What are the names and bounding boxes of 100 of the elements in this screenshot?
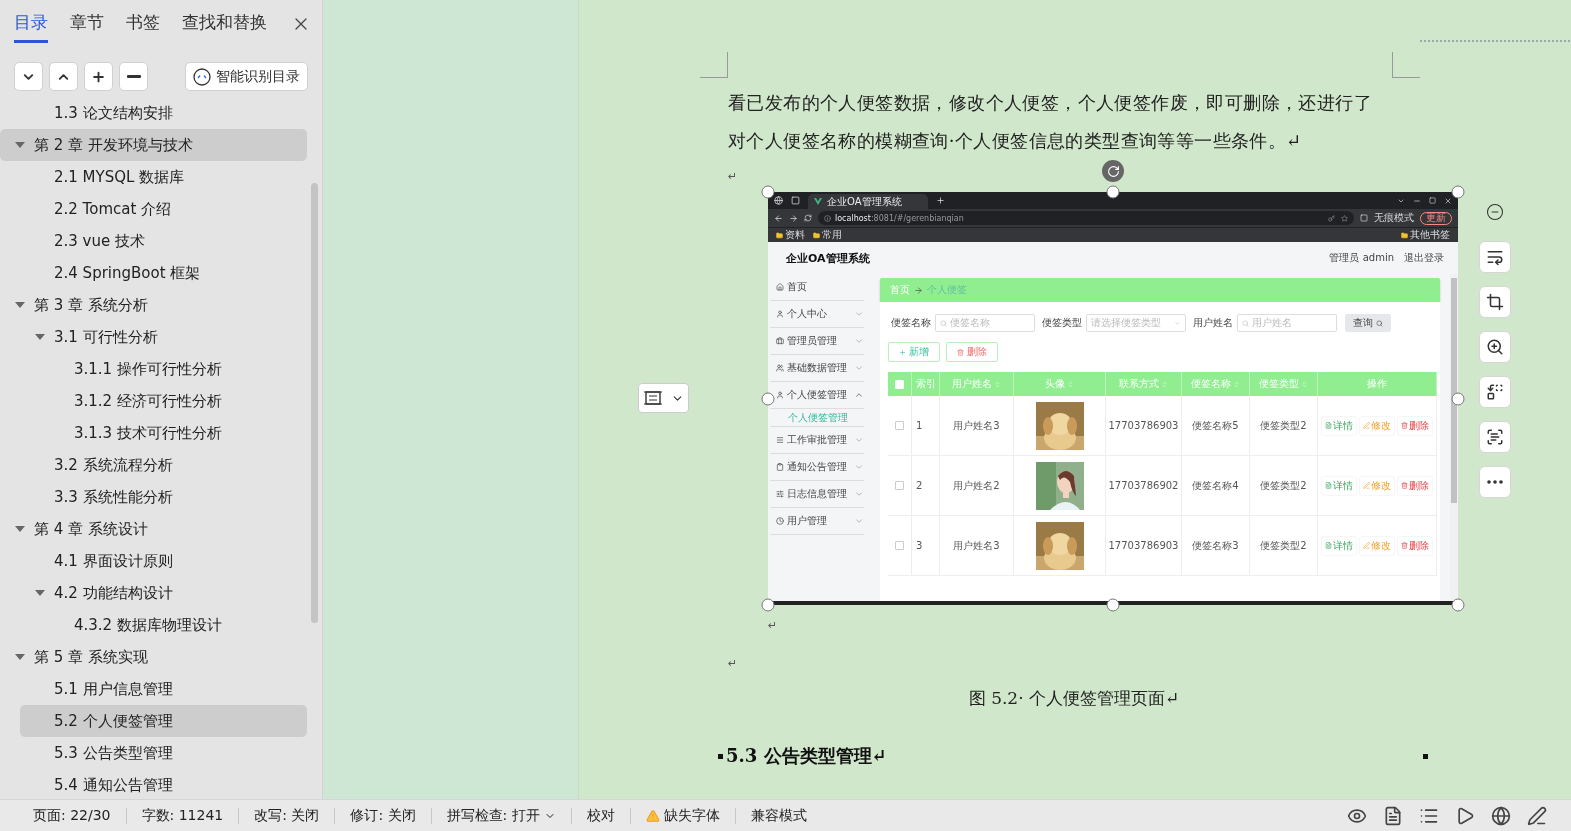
close-icon[interactable] bbox=[1444, 196, 1452, 205]
collapse-button[interactable] bbox=[49, 62, 78, 91]
toc-item[interactable]: 5.4 通知公告管理 bbox=[20, 769, 307, 799]
remove-button[interactable] bbox=[119, 62, 148, 91]
paragraph-text: 看已发布的个人便签数据，修改个人便签，个人便签作废，即可删除，还进行了 bbox=[728, 91, 1373, 115]
toc-item[interactable]: 3.1.1 操作可行性分析 bbox=[40, 353, 307, 385]
play-icon[interactable] bbox=[1455, 805, 1475, 826]
maximize-icon[interactable] bbox=[1429, 197, 1436, 204]
table-cell: 2 bbox=[912, 456, 940, 516]
toc-item[interactable]: 3.2 系统流程分析 bbox=[20, 449, 307, 481]
table-cell: 1 bbox=[912, 396, 940, 456]
menu-item[interactable]: 首页 bbox=[770, 274, 864, 301]
trash-icon bbox=[1401, 542, 1408, 549]
row-action-button[interactable]: 删除 bbox=[1398, 476, 1432, 495]
forward-icon[interactable] bbox=[789, 213, 798, 223]
checkbox[interactable] bbox=[895, 541, 904, 550]
toc-item[interactable]: 4.1 界面设计原则 bbox=[20, 545, 307, 577]
rotate-handle[interactable] bbox=[1102, 160, 1124, 182]
resize-handle[interactable] bbox=[1451, 185, 1465, 199]
toc-item[interactable]: 2.1 MYSQL 数据库 bbox=[20, 161, 307, 193]
resize-handle[interactable] bbox=[1451, 598, 1465, 612]
globe-icon[interactable] bbox=[1491, 805, 1511, 826]
row-action-button[interactable]: 删除 bbox=[1398, 416, 1432, 435]
toc-item[interactable]: 1.3 论文结构安排 bbox=[20, 97, 307, 129]
status-text[interactable]: 兼容模式 bbox=[735, 806, 822, 825]
toc-item[interactable]: 第 2 章 开发环境与技术 bbox=[0, 129, 307, 161]
resize-handle[interactable] bbox=[761, 598, 775, 612]
toc-item[interactable]: 3.1 可行性分析 bbox=[20, 321, 307, 353]
smart-toc-button[interactable]: 智能识别目录 bbox=[185, 62, 308, 91]
toc-item[interactable]: 5.2 个人便签管理 bbox=[20, 705, 307, 737]
menu-item[interactable]: 日志信息管理 bbox=[770, 481, 864, 508]
search-button[interactable]: 查询 bbox=[1345, 314, 1391, 332]
resize-handle[interactable] bbox=[1106, 185, 1120, 199]
toc-item[interactable]: 5.1 用户信息管理 bbox=[20, 673, 307, 705]
menu-item[interactable]: 基础数据管理 bbox=[770, 355, 864, 382]
replace-button[interactable] bbox=[1479, 376, 1511, 408]
menu-item[interactable]: 通知公告管理 bbox=[770, 454, 864, 481]
bookmark[interactable]: 常用 bbox=[813, 228, 842, 242]
browser-tab[interactable]: 企业OA管理系统 bbox=[808, 194, 928, 209]
new-tab-icon[interactable] bbox=[936, 196, 945, 205]
toc-item[interactable]: 2.3 vue 技术 bbox=[20, 225, 307, 257]
scrollbar[interactable] bbox=[1450, 274, 1458, 601]
row-action-button[interactable]: 详情 bbox=[1322, 416, 1356, 435]
row-action-button[interactable]: 详情 bbox=[1322, 536, 1356, 555]
pencil-icon bbox=[1363, 422, 1370, 429]
crop-button[interactable] bbox=[1479, 286, 1511, 318]
reload-icon[interactable] bbox=[804, 214, 812, 222]
menu-item[interactable]: 工作审批管理 bbox=[770, 427, 864, 454]
toc-item[interactable]: 2.2 Tomcat 介绍 bbox=[20, 193, 307, 225]
section-heading: 5.3 公告类型管理↵ bbox=[718, 744, 887, 768]
toc-item[interactable]: 3.1.3 技术可行性分析 bbox=[40, 417, 307, 449]
toc-item[interactable]: 4.2 功能结构设计 bbox=[20, 577, 307, 609]
search-icon bbox=[940, 319, 947, 327]
text-scan-button[interactable] bbox=[1479, 421, 1511, 453]
toc-item[interactable]: 第 5 章 系统实现 bbox=[0, 641, 307, 673]
missing-font-button[interactable]: 缺失字体 bbox=[630, 806, 735, 825]
bookmark[interactable]: 其他书签 bbox=[1401, 228, 1450, 242]
status-text[interactable]: 修订: 关闭 bbox=[335, 806, 431, 825]
add-button[interactable] bbox=[84, 62, 113, 91]
row-action-button[interactable]: 详情 bbox=[1322, 476, 1356, 495]
checkbox[interactable] bbox=[895, 421, 904, 430]
panel-tab[interactable]: 目录 bbox=[14, 5, 48, 43]
panel-tab[interactable]: 书签 bbox=[126, 5, 160, 43]
toc-item[interactable]: 第 4 章 系统设计 bbox=[0, 513, 307, 545]
toc-item[interactable]: 5.3 公告类型管理 bbox=[20, 737, 307, 769]
resize-handle[interactable] bbox=[761, 392, 775, 406]
back-icon[interactable] bbox=[774, 213, 783, 223]
status-text[interactable]: 校对 bbox=[571, 806, 630, 825]
menu-item[interactable]: 个人中心 bbox=[770, 301, 864, 328]
scrollbar[interactable] bbox=[311, 183, 318, 623]
toc-item[interactable]: 第 3 章 系统分析 bbox=[0, 289, 307, 321]
column-header: 索引 bbox=[912, 372, 940, 396]
pen-icon[interactable] bbox=[1527, 805, 1547, 826]
sidebar-icon[interactable] bbox=[1360, 214, 1368, 222]
toc-item[interactable]: 2.4 SpringBoot 框架 bbox=[20, 257, 307, 289]
spellcheck-dropdown[interactable]: 拼写检查: 打开 bbox=[431, 806, 571, 825]
checkbox[interactable] bbox=[895, 481, 904, 490]
globe-icon bbox=[774, 196, 783, 205]
logout-link[interactable]: 退出登录 bbox=[1404, 251, 1444, 265]
paragraph-text: 对个人便签名称的模糊查询·个人便签信息的类型查询等等一些条件。↵ bbox=[728, 129, 1303, 153]
menu-item[interactable]: 管理员管理 bbox=[770, 328, 864, 355]
toc-item[interactable]: 3.3 系统性能分析 bbox=[20, 481, 307, 513]
toc-item[interactable]: 4.3.2 数据库物理设计 bbox=[40, 609, 307, 641]
profile-chip[interactable]: 无痕模式 bbox=[1374, 211, 1414, 225]
corner-mark bbox=[1392, 52, 1420, 78]
document-icon bbox=[1325, 422, 1332, 429]
row-action-button[interactable]: 删除 bbox=[1398, 536, 1432, 555]
address-bar[interactable]: localhost:8081/#/gerenbianqian bbox=[818, 211, 1354, 225]
bookmark[interactable]: 资料 bbox=[776, 228, 805, 242]
menu-item[interactable]: 用户管理 bbox=[770, 508, 864, 535]
page-view-icon[interactable] bbox=[1383, 805, 1403, 826]
toc-item[interactable]: 3.1.2 经济可行性分析 bbox=[40, 385, 307, 417]
expand-button[interactable] bbox=[14, 62, 43, 91]
resize-handle[interactable] bbox=[761, 185, 775, 199]
zoom-in-button[interactable] bbox=[1479, 331, 1511, 363]
status-text: 改写: 关闭 bbox=[253, 806, 321, 825]
wrap-text-button[interactable] bbox=[1479, 241, 1511, 273]
panel-tab[interactable]: 章节 bbox=[70, 5, 104, 43]
more-button[interactable] bbox=[1479, 466, 1511, 498]
panel-tab[interactable]: 查找和替换 bbox=[182, 5, 267, 43]
